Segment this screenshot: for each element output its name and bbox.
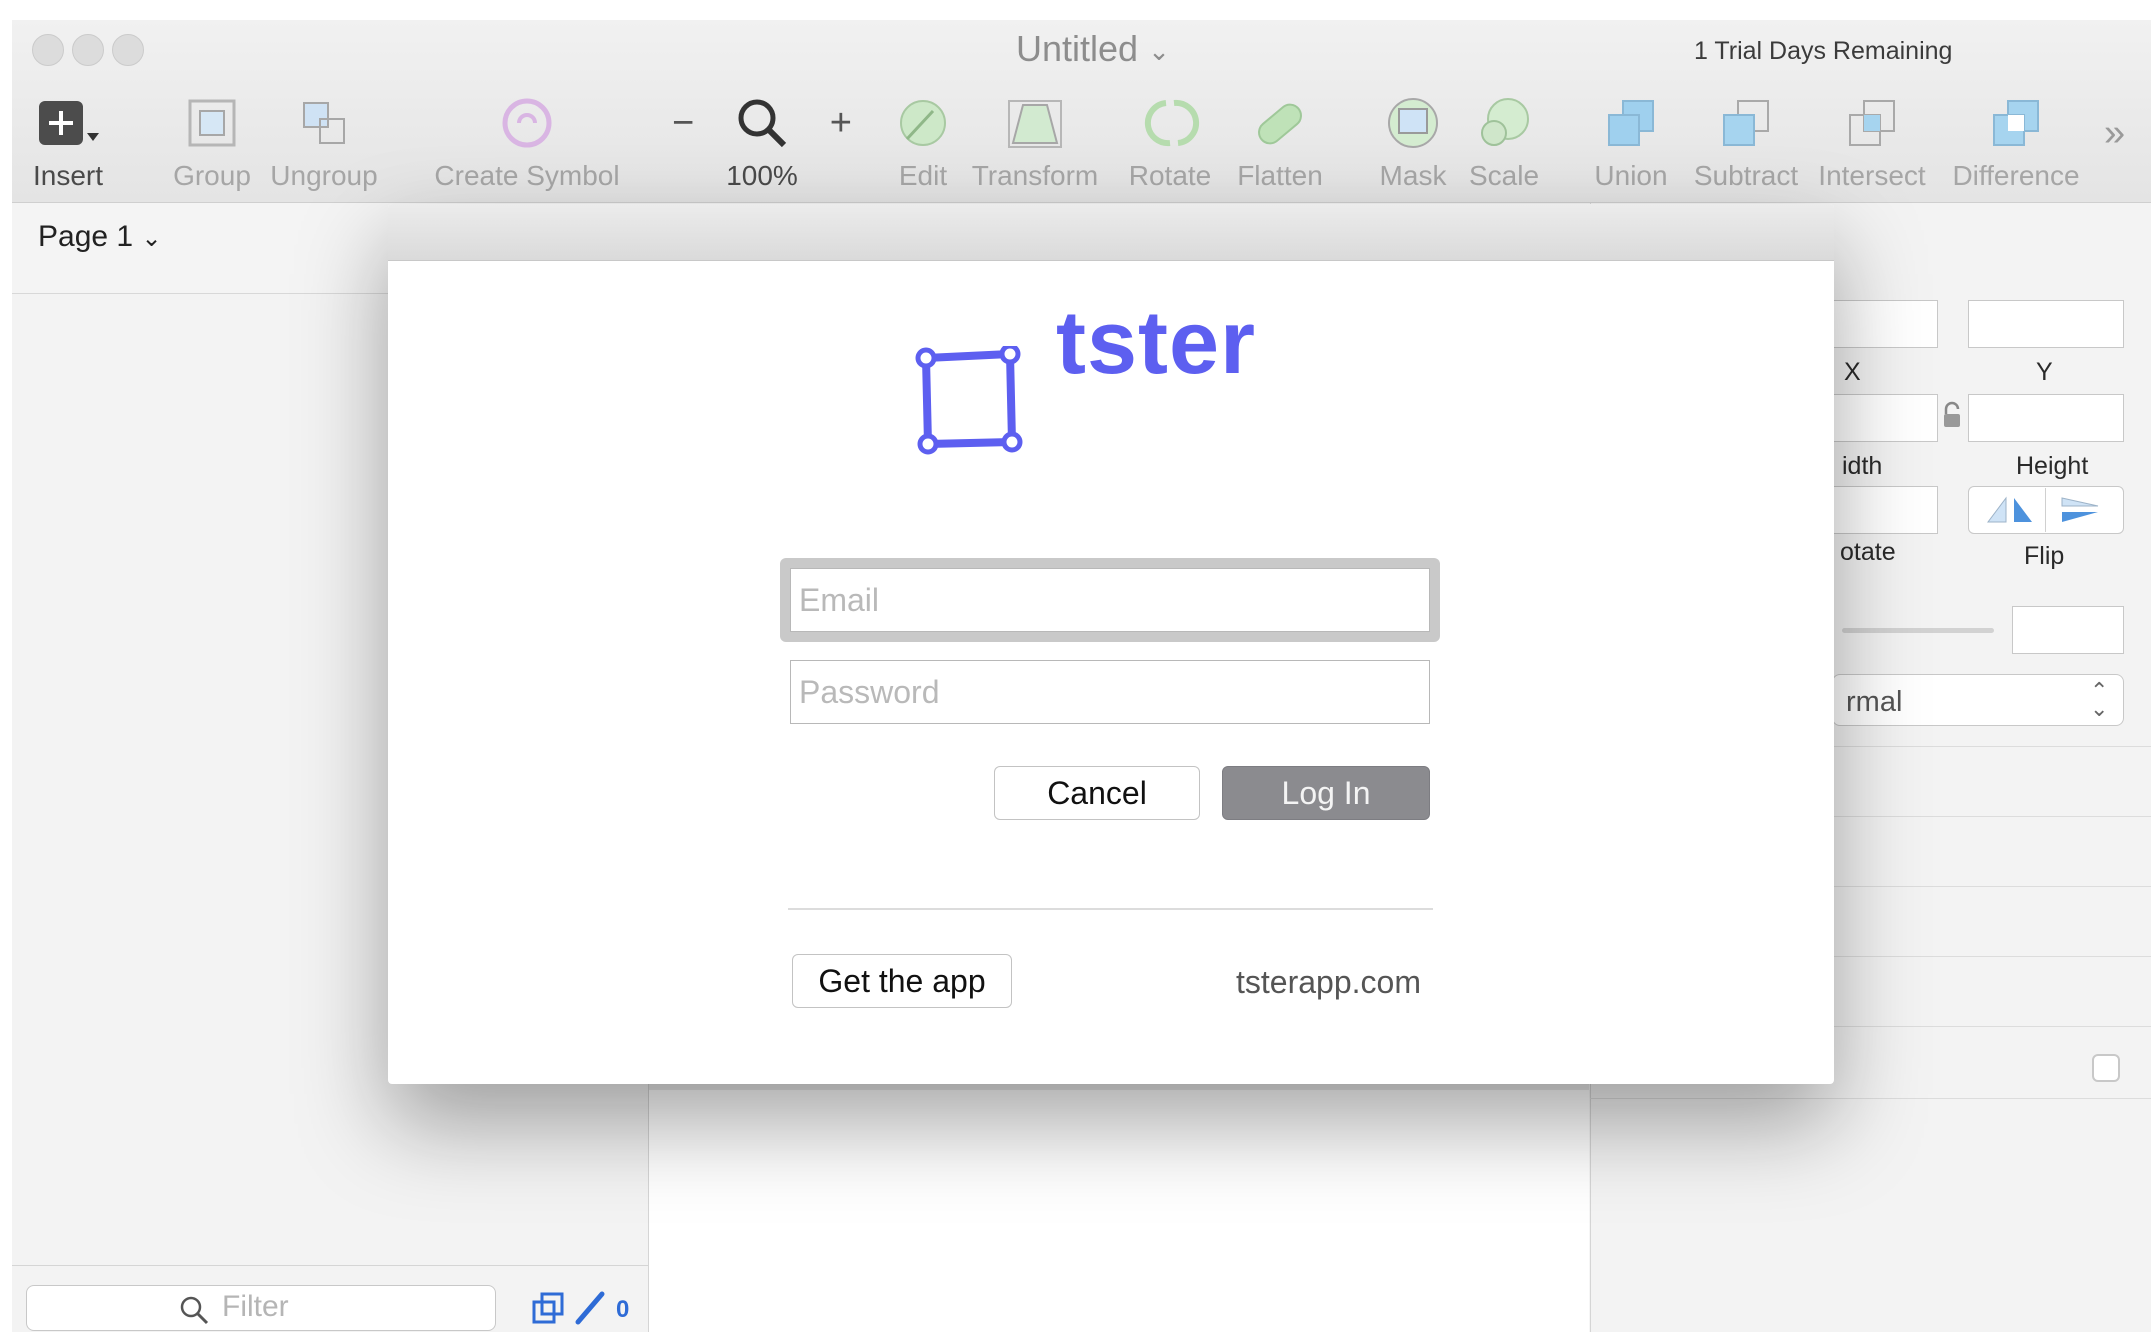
chevron-down-icon: ⌄ [141,225,162,252]
scale-button[interactable]: Scale [1464,88,1544,192]
symbol-icon [502,98,552,148]
toolbar-overflow-icon[interactable]: » [2104,112,2125,155]
trial-status: 1 Trial Days Remaining [1694,37,1953,65]
inspector-divider [1590,1098,2151,1099]
intersect-icon [1849,100,1895,146]
inspector-checkbox[interactable] [2092,1054,2120,1082]
edit-label: Edit [898,160,948,191]
chevron-down-icon: ⌄ [1148,35,1170,66]
email-input[interactable] [790,568,1430,632]
insert-button[interactable]: Insert [26,88,110,192]
mask-button[interactable]: Mask [1368,88,1458,192]
rotate-label: Rotate [1128,160,1212,191]
brand-name: tster [1056,293,1257,393]
width-label: idth [1842,452,1883,480]
y-label: Y [2036,358,2053,386]
flip-label: Flip [2024,542,2065,570]
dialog-separator [788,908,1433,910]
flatten-button[interactable]: Flatten [1230,88,1330,192]
rotate-field[interactable] [1832,486,1938,534]
zoom-window-button[interactable] [112,34,144,66]
edit-pen-icon [900,100,946,146]
scale-label: Scale [1468,160,1540,191]
cancel-button[interactable]: Cancel [994,766,1200,820]
edit-button[interactable]: Edit [884,88,962,192]
difference-button[interactable]: Difference [1946,88,2086,192]
insert-label: Insert [32,160,104,191]
group-label: Group [173,160,251,191]
search-icon [180,1296,209,1325]
flatten-icon [1258,103,1302,145]
zoom-out-button[interactable]: − [672,102,694,145]
union-label: Union [1594,160,1668,191]
flatten-label: Flatten [1237,160,1323,191]
x-field[interactable] [1832,300,1938,348]
flip-horizontal-icon[interactable] [1982,494,2038,526]
minimize-window-button[interactable] [72,34,104,66]
login-dialog: tster Cancel Log In Get the app tsterapp… [388,204,1834,1084]
zoom-level: 100% [726,160,798,191]
create-symbol-button[interactable]: Create Symbol [422,88,632,192]
zoom-in-button[interactable]: + [830,102,852,145]
toolbar: Untitled ⌄ 1 Trial Days Remaining Insert [12,20,2151,203]
filter-count: 0 [616,1296,630,1323]
opacity-field[interactable] [2012,606,2124,654]
document-title: Untitled [1016,28,1139,69]
website-link[interactable]: tsterapp.com [1236,964,1421,1001]
union-button[interactable]: Union [1586,88,1676,192]
rotate-icon [1144,99,1200,147]
page-selector[interactable]: Page 1 ⌄ [38,220,162,254]
insert-plus-icon [39,101,99,145]
ungroup-label: Ungroup [270,160,378,191]
dialog-titlebar [388,204,1834,261]
difference-label: Difference [1952,160,2080,191]
rotate-button[interactable]: Rotate [1120,88,1220,192]
tster-logo-icon [915,346,1023,455]
lock-icon[interactable] [1940,400,1964,430]
mask-icon [1388,98,1438,148]
opacity-slider[interactable] [1842,628,1994,633]
intersect-button[interactable]: Intersect [1810,88,1934,192]
union-icon [1608,100,1654,146]
subtract-button[interactable]: Subtract [1688,88,1804,192]
width-field[interactable] [1832,394,1938,442]
group-icon [188,99,236,147]
flip-separator [2045,488,2046,532]
flip-vertical-icon[interactable] [2052,494,2108,526]
mask-label: Mask [1379,160,1447,191]
height-field[interactable] [1968,394,2124,442]
ungroup-button[interactable]: Ungroup [266,88,382,192]
layer-filter-placeholder: Filter [222,1290,289,1323]
ungroup-icon [303,102,345,144]
difference-icon [1993,100,2039,146]
page-selector-label: Page 1 [38,220,134,253]
height-label: Height [2016,452,2089,480]
document-title-menu[interactable]: Untitled ⌄ [1016,28,1170,70]
transform-button[interactable]: Transform [970,88,1100,192]
scale-icon [1481,98,1529,146]
close-window-button[interactable] [32,34,64,66]
subtract-label: Subtract [1693,160,1799,191]
symbols-filter-icon[interactable] [530,1290,566,1326]
y-field[interactable] [1968,300,2124,348]
create-symbol-label: Create Symbol [434,160,620,191]
slices-filter-icon[interactable] [572,1290,608,1326]
password-input[interactable] [790,660,1430,724]
chevron-up-down-icon: ⌃ ⌄ [2090,678,2109,721]
rotate-label: otate [1840,538,1896,566]
intersect-label: Intersect [1818,160,1926,191]
get-the-app-button[interactable]: Get the app [792,954,1012,1008]
group-button[interactable]: Group [164,88,260,192]
zoom-control: − + 100% [672,88,852,192]
transform-icon [1008,100,1062,148]
subtract-icon [1723,100,1769,146]
magnifier-icon [738,99,787,148]
login-button[interactable]: Log In [1222,766,1430,820]
x-label: X [1844,358,1861,386]
blend-mode-value: rmal [1846,686,1903,718]
artboard[interactable] [649,1090,1589,1332]
transform-label: Transform [971,160,1099,191]
